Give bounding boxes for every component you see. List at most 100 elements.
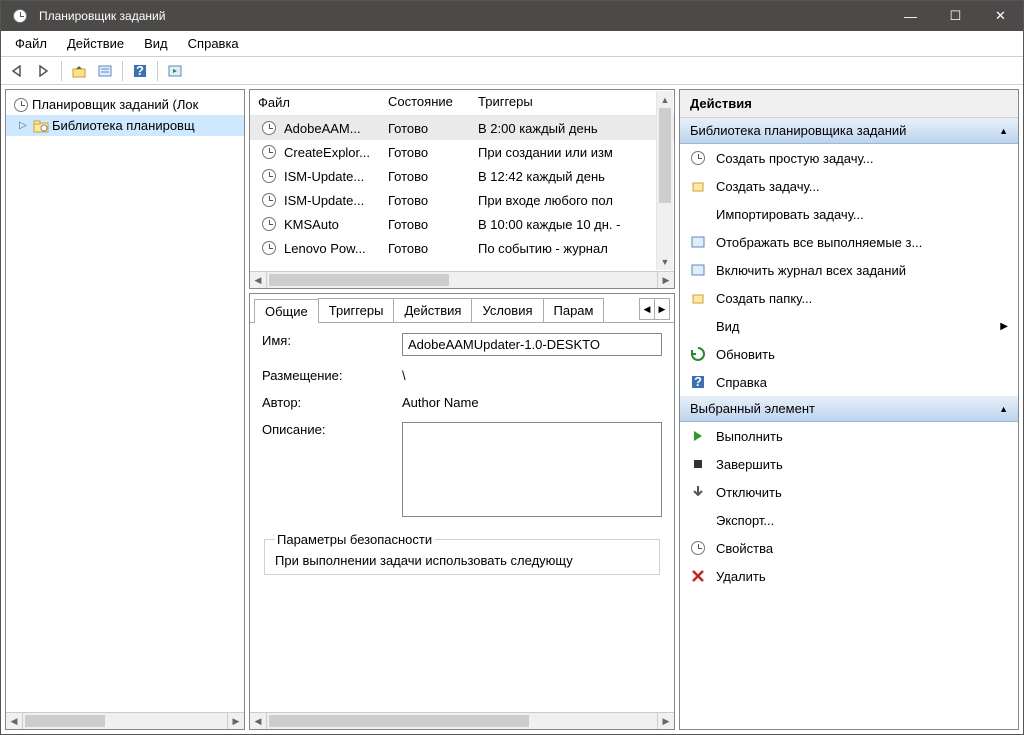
window-title: Планировщик заданий [39, 9, 888, 23]
details-pane: Общие Триггеры Действия Условия Парам ◀ … [249, 293, 675, 730]
folder-icon [33, 118, 49, 134]
action-item[interactable]: Импортировать задачу... [680, 200, 1018, 228]
properties-button[interactable] [94, 60, 116, 82]
collapse-icon[interactable]: ▲ [999, 126, 1008, 136]
menu-help[interactable]: Справка [178, 32, 249, 55]
field-description[interactable] [402, 422, 662, 517]
tab-actions[interactable]: Действия [393, 298, 472, 322]
section-label: Выбранный элемент [690, 401, 815, 416]
task-row[interactable]: CreateExplor...ГотовоПри создании или из… [250, 140, 674, 164]
action-item[interactable]: Завершить [680, 450, 1018, 478]
action-label: Обновить [716, 347, 1008, 362]
scroll-up-icon[interactable]: ▲ [657, 91, 673, 108]
scroll-right-icon[interactable]: ▶ [657, 272, 674, 288]
tab-general[interactable]: Общие [254, 299, 319, 323]
collapse-icon[interactable]: ▲ [999, 404, 1008, 414]
clock-icon [261, 192, 277, 208]
tab-conditions[interactable]: Условия [471, 298, 543, 322]
action-label: Отключить [716, 485, 1008, 500]
tab-params[interactable]: Парам [543, 298, 605, 322]
up-folder-button[interactable] [68, 60, 90, 82]
task-state: Готово [380, 145, 470, 160]
action-icon [690, 206, 706, 222]
security-legend: Параметры безопасности [275, 532, 434, 547]
actions-section-library[interactable]: Библиотека планировщика заданий ▲ [680, 118, 1018, 144]
details-hscroll[interactable]: ◀ ▶ [250, 712, 674, 729]
separator [157, 61, 158, 81]
action-item[interactable]: Вид▶ [680, 312, 1018, 340]
task-row[interactable]: ISM-Update...ГотовоПри входе любого пол [250, 188, 674, 212]
task-row[interactable]: ISM-Update...ГотовоВ 12:42 каждый день [250, 164, 674, 188]
scroll-left-icon[interactable]: ◀ [250, 272, 267, 288]
run-button[interactable] [164, 60, 186, 82]
task-name: AdobeAAM... [284, 121, 361, 136]
tab-next-button[interactable]: ▶ [654, 298, 670, 320]
action-icon [690, 262, 706, 278]
action-item[interactable]: ?Справка [680, 368, 1018, 396]
action-item[interactable]: Экспорт... [680, 506, 1018, 534]
clock-icon [261, 120, 277, 136]
tree-hscroll[interactable]: ◀ ▶ [6, 712, 244, 729]
task-name: Lenovo Pow... [284, 241, 366, 256]
help-button[interactable]: ? [129, 60, 151, 82]
task-hscroll[interactable]: ◀ ▶ [250, 271, 674, 288]
clock-icon [13, 97, 29, 113]
menu-action[interactable]: Действие [57, 32, 134, 55]
maximize-button[interactable]: ☐ [933, 1, 978, 31]
action-item[interactable]: Обновить [680, 340, 1018, 368]
field-name[interactable] [402, 333, 662, 356]
toolbar: ? [1, 57, 1023, 85]
action-item[interactable]: Свойства [680, 534, 1018, 562]
expand-icon[interactable]: ▷ [16, 120, 30, 131]
action-item[interactable]: Отключить [680, 478, 1018, 506]
clock-icon [261, 144, 277, 160]
tab-triggers[interactable]: Триггеры [318, 298, 395, 322]
minimize-button[interactable]: ― [888, 1, 933, 31]
actions-section-selected[interactable]: Выбранный элемент ▲ [680, 396, 1018, 422]
task-row[interactable]: Lenovo Pow...ГотовоПо событию - журнал [250, 236, 674, 260]
tab-prev-button[interactable]: ◀ [639, 298, 655, 320]
scroll-down-icon[interactable]: ▼ [657, 253, 673, 270]
close-button[interactable]: ✕ [978, 1, 1023, 31]
scroll-right-icon[interactable]: ▶ [227, 713, 244, 729]
task-state: Готово [380, 169, 470, 184]
action-icon [690, 456, 706, 472]
task-row[interactable]: KMSAutoГотовоВ 10:00 каждые 10 дн. - [250, 212, 674, 236]
action-item[interactable]: Создать папку... [680, 284, 1018, 312]
action-item[interactable]: Отображать все выполняемые з... [680, 228, 1018, 256]
action-label: Отображать все выполняемые з... [716, 235, 1008, 250]
tree-root-label: Планировщик заданий (Лок [32, 97, 198, 112]
col-state[interactable]: Состояние [380, 90, 470, 115]
actions-header: Действия [680, 90, 1018, 118]
value-author: Author Name [402, 395, 479, 410]
action-label: Импортировать задачу... [716, 207, 1008, 222]
tree-root[interactable]: Планировщик заданий (Лок [6, 94, 244, 115]
col-triggers[interactable]: Триггеры [470, 90, 674, 115]
action-label: Создать папку... [716, 291, 1008, 306]
task-state: Готово [380, 241, 470, 256]
task-trigger: При входе любого пол [470, 193, 674, 208]
clock-icon [261, 216, 277, 232]
task-vscroll[interactable]: ▲ ▼ [656, 91, 673, 270]
value-location: \ [402, 368, 406, 383]
action-icon [690, 234, 706, 250]
tree-library[interactable]: ▷ Библиотека планировщ [6, 115, 244, 136]
action-item[interactable]: Выполнить [680, 422, 1018, 450]
scroll-left-icon[interactable]: ◀ [6, 713, 23, 729]
task-row[interactable]: AdobeAAM...ГотовоВ 2:00 каждый день [250, 116, 674, 140]
action-label: Вид [716, 319, 990, 334]
tab-body-general: Имя: Размещение: \ Автор: Author Name Оп… [250, 323, 674, 712]
clock-icon [261, 168, 277, 184]
menu-file[interactable]: Файл [5, 32, 57, 55]
action-item[interactable]: Включить журнал всех заданий [680, 256, 1018, 284]
col-file[interactable]: Файл [250, 90, 380, 115]
back-button[interactable] [7, 60, 29, 82]
scroll-left-icon[interactable]: ◀ [250, 713, 267, 729]
menu-view[interactable]: Вид [134, 32, 178, 55]
action-item[interactable]: Удалить [680, 562, 1018, 590]
forward-button[interactable] [33, 60, 55, 82]
scroll-right-icon[interactable]: ▶ [657, 713, 674, 729]
action-item[interactable]: Создать задачу... [680, 172, 1018, 200]
security-text: При выполнении задачи использовать следу… [275, 553, 649, 568]
action-item[interactable]: Создать простую задачу... [680, 144, 1018, 172]
